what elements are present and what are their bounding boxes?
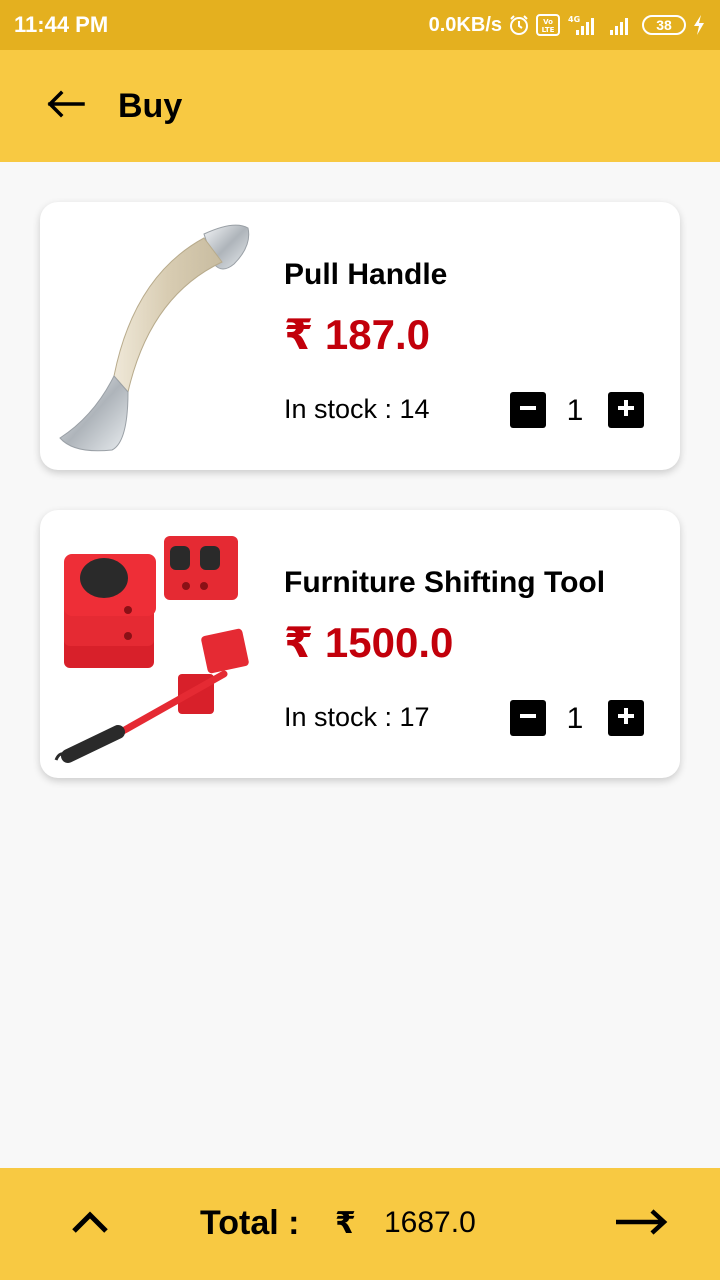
plus-icon [616, 398, 636, 423]
bottom-bar: Total : ₹ 1687.0 [0, 1168, 720, 1280]
product-name: Furniture Shifting Tool [284, 566, 606, 599]
svg-text:LTE: LTE [542, 26, 555, 34]
total-label: Total : [200, 1204, 300, 1242]
battery-icon: 38 [642, 15, 686, 35]
quantity-increase-button[interactable] [608, 392, 644, 428]
currency-symbol: ₹ [335, 1207, 356, 1240]
arrow-left-icon [45, 89, 85, 124]
product-price: ₹ 187.0 [284, 311, 430, 358]
charging-icon [692, 14, 706, 36]
quantity-decrease-button[interactable] [510, 700, 546, 736]
product-price: ₹ 1500.0 [284, 619, 454, 666]
svg-text:Vo: Vo [543, 18, 553, 26]
product-list: Pull Handle ₹ 187.0 In stock : 14 1 Furn… [40, 202, 680, 818]
furniture-shifting-tool-image [54, 524, 264, 764]
product-stock: In stock : 17 [284, 702, 430, 732]
minus-icon [518, 398, 538, 423]
chevron-up-icon [70, 1209, 110, 1240]
total-value: 1687.0 [384, 1206, 476, 1239]
quantity-increase-button[interactable] [608, 700, 644, 736]
product-stock: In stock : 14 [284, 394, 430, 424]
page-title: Buy [118, 86, 183, 125]
pull-handle-image [54, 216, 264, 456]
back-button[interactable] [42, 83, 88, 129]
product-card[interactable]: Pull Handle ₹ 187.0 In stock : 14 1 [40, 202, 680, 470]
svg-text:4G: 4G [568, 15, 580, 24]
expand-button[interactable] [68, 1204, 112, 1244]
signal-icon [606, 14, 636, 36]
app-bar: Buy [0, 50, 720, 162]
volte-icon: Vo LTE [536, 14, 560, 36]
quantity-value: 1 [566, 702, 584, 735]
quantity-decrease-button[interactable] [510, 392, 546, 428]
alarm-icon [508, 14, 530, 36]
product-card[interactable]: Furniture Shifting Tool ₹ 1500.0 In stoc… [40, 510, 680, 778]
minus-icon [518, 706, 538, 731]
arrow-right-icon [614, 1207, 670, 1242]
status-bar: 11:44 PM 0.0KB/s Vo LTE 4G 38 [0, 0, 720, 50]
product-name: Pull Handle [284, 258, 448, 291]
proceed-button[interactable] [612, 1202, 672, 1246]
signal-4g-icon: 4G [566, 14, 600, 36]
net-speed: 0.0KB/s [428, 13, 502, 36]
status-indicators: 0.0KB/s Vo LTE 4G 38 [429, 14, 706, 37]
plus-icon [616, 706, 636, 731]
status-time: 11:44 PM [14, 12, 109, 37]
quantity-value: 1 [566, 394, 584, 427]
